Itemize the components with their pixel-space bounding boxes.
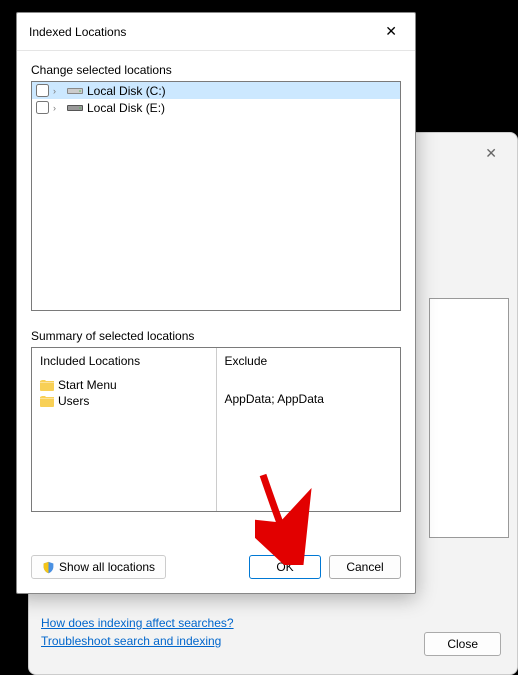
background-content-box xyxy=(429,298,509,538)
included-item-start-menu[interactable]: Start Menu xyxy=(40,378,208,392)
tree-row-e[interactable]: › Local Disk (E:) xyxy=(32,99,400,116)
folder-icon xyxy=(40,396,54,407)
folder-icon xyxy=(40,380,54,391)
show-all-label: Show all locations xyxy=(59,560,155,574)
drive-icon xyxy=(67,103,83,113)
ok-button[interactable]: OK xyxy=(249,555,321,579)
exclude-value: AppData; AppData xyxy=(225,392,393,406)
close-button[interactable]: Close xyxy=(424,632,501,656)
show-all-locations-button[interactable]: Show all locations xyxy=(31,555,166,579)
checkbox-c[interactable] xyxy=(36,84,49,97)
change-locations-label: Change selected locations xyxy=(31,63,401,77)
indexed-locations-dialog: Indexed Locations ✕ Change selected loca… xyxy=(16,12,416,594)
chevron-right-icon[interactable]: › xyxy=(53,103,63,113)
locations-tree[interactable]: › Local Disk (C:) › Local Disk (E:) xyxy=(31,81,401,311)
tree-row-c[interactable]: › Local Disk (C:) xyxy=(32,82,400,99)
titlebar: Indexed Locations ✕ xyxy=(17,13,415,51)
drive-icon xyxy=(67,86,83,96)
included-label: Users xyxy=(58,394,89,408)
included-column: Included Locations Start Menu Users xyxy=(32,348,217,511)
dialog-title: Indexed Locations xyxy=(29,25,126,39)
exclude-header: Exclude xyxy=(225,354,393,368)
summary-box: Included Locations Start Menu Users Excl… xyxy=(31,347,401,512)
link-troubleshoot[interactable]: Troubleshoot search and indexing xyxy=(41,634,234,648)
exclude-column: Exclude AppData; AppData xyxy=(217,348,401,511)
tree-label-e: Local Disk (E:) xyxy=(87,101,165,115)
summary-label: Summary of selected locations xyxy=(31,329,401,343)
tree-label-c: Local Disk (C:) xyxy=(87,84,166,98)
cancel-button[interactable]: Cancel xyxy=(329,555,401,579)
shield-icon xyxy=(42,561,55,574)
close-icon[interactable]: ✕ xyxy=(379,21,403,42)
included-label: Start Menu xyxy=(58,378,117,392)
chevron-right-icon[interactable]: › xyxy=(53,86,63,96)
link-indexing-effect[interactable]: How does indexing affect searches? xyxy=(41,616,234,630)
checkbox-e[interactable] xyxy=(36,101,49,114)
included-header: Included Locations xyxy=(40,354,208,368)
close-icon[interactable]: ✕ xyxy=(477,141,505,166)
included-item-users[interactable]: Users xyxy=(40,394,208,408)
